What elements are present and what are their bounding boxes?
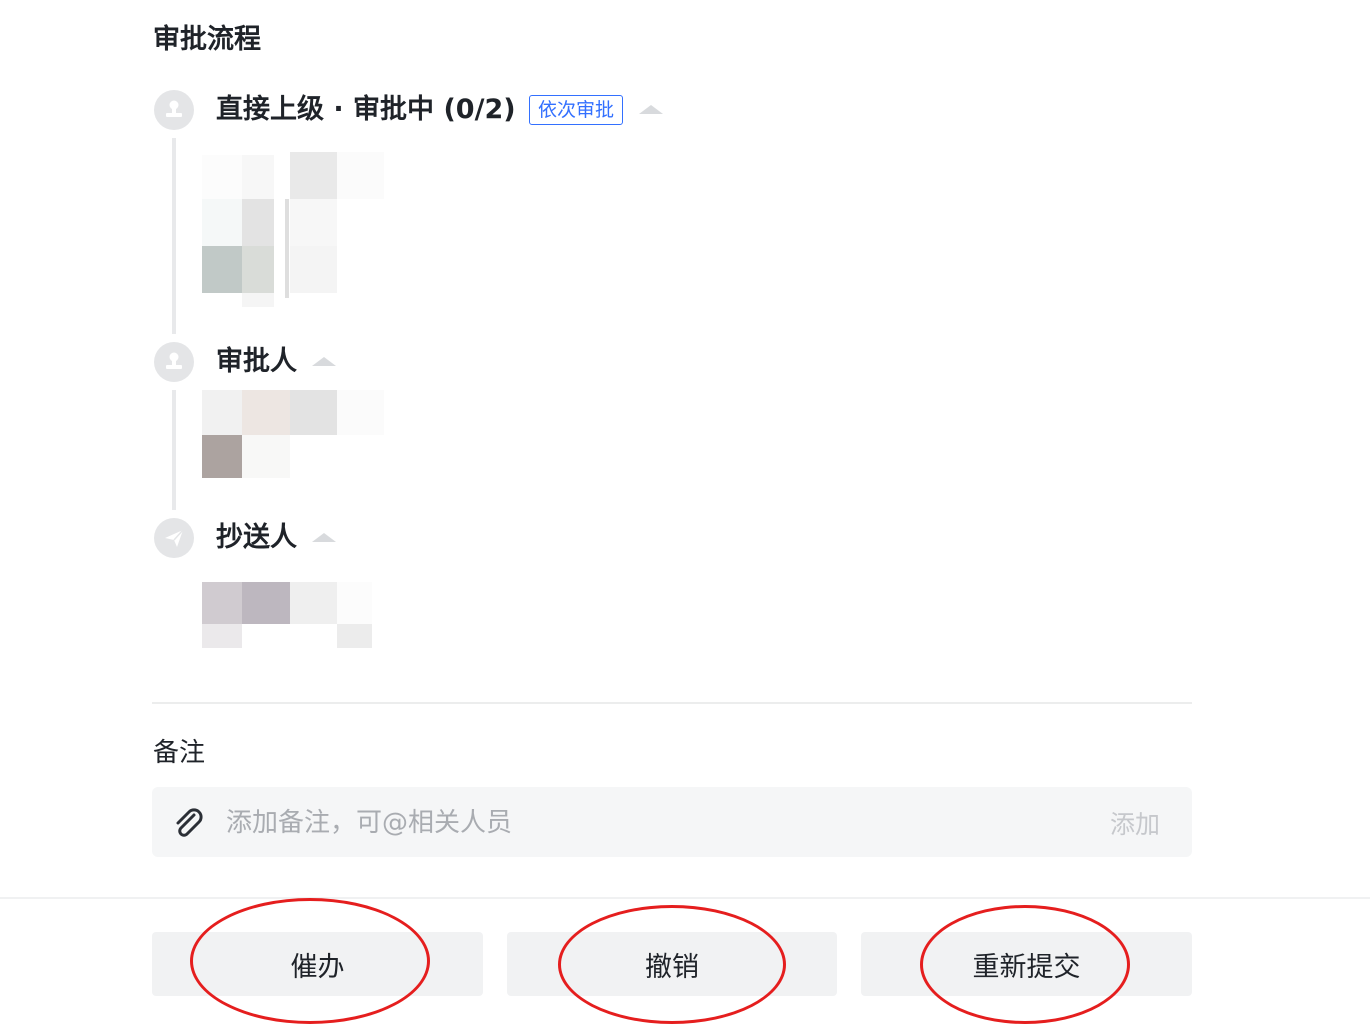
timeline-connector	[172, 138, 176, 334]
approver-stamp-icon	[154, 90, 194, 130]
send-plane-icon	[154, 518, 194, 558]
approval-process-title: 审批流程	[153, 24, 261, 55]
notes-input[interactable]	[224, 802, 1088, 844]
resubmit-button[interactable]: 重新提交	[861, 932, 1192, 996]
collapse-chevron-icon[interactable]	[312, 533, 336, 542]
timeline-connector	[172, 390, 176, 510]
footer-divider	[0, 897, 1370, 899]
notes-input-box: 添加	[152, 787, 1192, 857]
sequential-approval-tag: 依次审批	[529, 95, 624, 125]
collapse-chevron-icon[interactable]	[639, 105, 663, 114]
section-divider	[152, 702, 1192, 704]
step-approver-label: 审批人	[216, 346, 297, 377]
notes-title: 备注	[153, 738, 206, 768]
add-note-button[interactable]: 添加	[1110, 805, 1160, 841]
step-direct-supervisor-label: 直接上级 · 审批中 (0/2)	[216, 94, 516, 125]
step-cc-label: 抄送人	[216, 522, 297, 553]
collapse-chevron-icon[interactable]	[312, 357, 336, 366]
paperclip-icon[interactable]	[172, 807, 206, 839]
approver-stamp-icon	[154, 342, 194, 382]
revoke-button[interactable]: 撤销	[507, 932, 837, 996]
urge-button[interactable]: 催办	[152, 932, 483, 996]
